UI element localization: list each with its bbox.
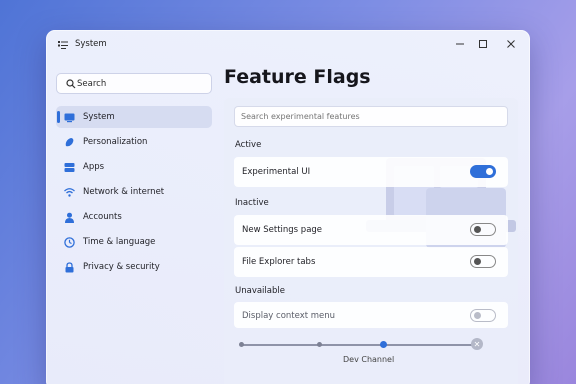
- toggle-knob: [486, 168, 493, 175]
- sidebar-item-label: Apps: [83, 162, 105, 172]
- flag-label: Experimental UI: [242, 167, 311, 177]
- experimental-ui-toggle[interactable]: [470, 165, 496, 178]
- clock-globe-icon: [64, 237, 75, 248]
- sidebar-item-label: Time & language: [83, 237, 156, 247]
- sidebar-item-label: Network & internet: [83, 187, 165, 197]
- sidebar-item-system[interactable]: System: [56, 106, 212, 128]
- person-icon: [65, 212, 74, 223]
- channel-slider-track[interactable]: [241, 344, 475, 346]
- window-title: System: [75, 39, 107, 49]
- flag-display-context-menu: Display context menu: [234, 302, 508, 328]
- sidebar-item-privacy-security[interactable]: Privacy & security: [56, 256, 212, 278]
- section-unavailable: Unavailable: [235, 286, 285, 296]
- title-bar[interactable]: System: [46, 30, 530, 60]
- file-explorer-tabs-toggle[interactable]: [470, 255, 496, 268]
- sidebar-item-label: Personalization: [83, 137, 148, 147]
- sidebar-search-label: Search: [77, 79, 107, 89]
- toggle-knob: [474, 226, 481, 233]
- sidebar-item-network[interactable]: Network & internet: [56, 181, 212, 203]
- wifi-icon: [64, 188, 75, 197]
- channel-caption: Dev Channel: [343, 355, 395, 364]
- flag-new-settings-page: New Settings page: [234, 215, 508, 245]
- active-indicator: [57, 111, 60, 123]
- flag-label: New Settings page: [242, 225, 323, 235]
- slider-stop[interactable]: [317, 342, 322, 347]
- paint-brush-icon: [65, 138, 74, 147]
- flag-file-explorer-tabs: File Explorer tabs: [234, 247, 508, 277]
- sidebar-item-label: System: [83, 112, 115, 122]
- lock-icon: [65, 262, 74, 273]
- maximize-icon: [479, 40, 487, 48]
- flag-label: Display context menu: [242, 311, 336, 321]
- feature-search-input[interactable]: [234, 106, 508, 127]
- sidebar-item-personalization[interactable]: Personalization: [56, 131, 212, 153]
- settings-window: System Search System Personalization App…: [46, 30, 530, 384]
- maximize-button[interactable]: [476, 37, 490, 51]
- settings-app-icon: [58, 41, 68, 49]
- section-active: Active: [235, 140, 262, 150]
- search-icon: [66, 79, 76, 89]
- section-inactive: Inactive: [235, 198, 269, 208]
- sidebar-item-apps[interactable]: Apps: [56, 156, 212, 178]
- minimize-icon: [456, 43, 464, 45]
- page-title: Feature Flags: [224, 66, 371, 88]
- monitor-icon: [64, 113, 75, 123]
- slider-stop[interactable]: [239, 342, 244, 347]
- sidebar-item-label: Privacy & security: [83, 262, 160, 272]
- sidebar-item-accounts[interactable]: Accounts: [56, 206, 212, 228]
- flag-label: File Explorer tabs: [242, 257, 316, 267]
- slider-end-close-icon[interactable]: ✕: [471, 338, 483, 350]
- channel-slider-thumb[interactable]: [380, 341, 387, 348]
- sidebar-item-label: Accounts: [83, 212, 122, 222]
- toggle-knob: [474, 312, 481, 319]
- close-button[interactable]: [504, 37, 518, 51]
- sidebar-search-box[interactable]: Search: [56, 73, 212, 94]
- display-context-menu-toggle: [470, 309, 496, 322]
- minimize-button[interactable]: [453, 37, 467, 51]
- toggle-knob: [474, 258, 481, 265]
- apps-list-icon: [64, 163, 75, 172]
- new-settings-page-toggle[interactable]: [470, 223, 496, 236]
- sidebar-item-time-language[interactable]: Time & language: [56, 231, 212, 253]
- close-icon: [507, 40, 515, 48]
- flag-experimental-ui: Experimental UI: [234, 157, 508, 187]
